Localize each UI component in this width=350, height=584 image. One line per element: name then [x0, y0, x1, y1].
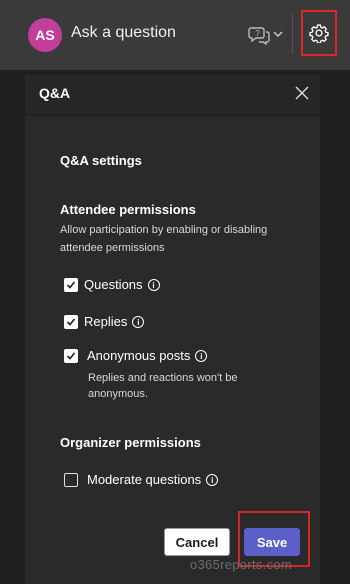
info-icon[interactable]: i: [206, 473, 219, 486]
qa-chat-icon[interactable]: ?: [248, 24, 270, 46]
option-questions[interactable]: Questions i: [64, 277, 160, 292]
moderate-questions-label: Moderate questions: [87, 472, 202, 487]
panel-title: Q&A: [39, 85, 71, 101]
gear-icon: [309, 24, 329, 43]
attendee-permissions-heading: Attendee permissions: [60, 202, 196, 217]
info-icon[interactable]: i: [195, 349, 208, 362]
avatar-initials: AS: [35, 27, 55, 43]
checkmark-icon: [66, 280, 76, 289]
info-icon[interactable]: i: [147, 278, 160, 291]
header-divider: [25, 115, 320, 116]
settings-heading: Q&A settings: [60, 153, 142, 168]
meeting-top-bar: AS Ask a question ?: [0, 0, 350, 70]
toolbar-divider: [292, 14, 293, 54]
option-replies[interactable]: Replies i: [64, 314, 145, 329]
replies-label: Replies: [84, 314, 128, 329]
checkmark-icon: [66, 351, 76, 360]
anonymous-posts-note: Replies and reactions won't be anonymous…: [88, 372, 238, 400]
anonymous-posts-label: Anonymous posts: [87, 348, 191, 363]
panel-header: Q&A: [25, 75, 320, 115]
attendee-permissions-description: Allow participation by enabling or disab…: [60, 224, 268, 254]
option-moderate-questions[interactable]: Moderate questions i: [64, 472, 219, 487]
save-button[interactable]: Save: [244, 528, 300, 556]
chevron-down-icon[interactable]: [273, 29, 283, 39]
anonymous-posts-checkbox[interactable]: [64, 348, 78, 363]
settings-button[interactable]: [301, 10, 337, 56]
info-icon[interactable]: i: [132, 315, 145, 328]
cancel-button[interactable]: Cancel: [164, 528, 230, 556]
organizer-permissions-heading: Organizer permissions: [60, 435, 201, 450]
svg-text:?: ?: [255, 29, 260, 38]
checkmark-icon: [66, 317, 76, 326]
option-anonymous-posts[interactable]: Anonymous posts i: [64, 348, 208, 363]
questions-label: Questions: [84, 277, 143, 292]
qa-settings-panel: Q&A Q&A settings Attendee permissions Al…: [25, 75, 320, 584]
moderate-questions-checkbox[interactable]: [64, 472, 78, 487]
watermark: o365reports.com: [190, 557, 293, 572]
replies-checkbox[interactable]: [64, 314, 78, 329]
questions-checkbox[interactable]: [64, 277, 78, 292]
avatar[interactable]: AS: [28, 18, 62, 52]
close-icon[interactable]: [295, 86, 309, 100]
ask-question-input[interactable]: Ask a question: [71, 24, 176, 42]
